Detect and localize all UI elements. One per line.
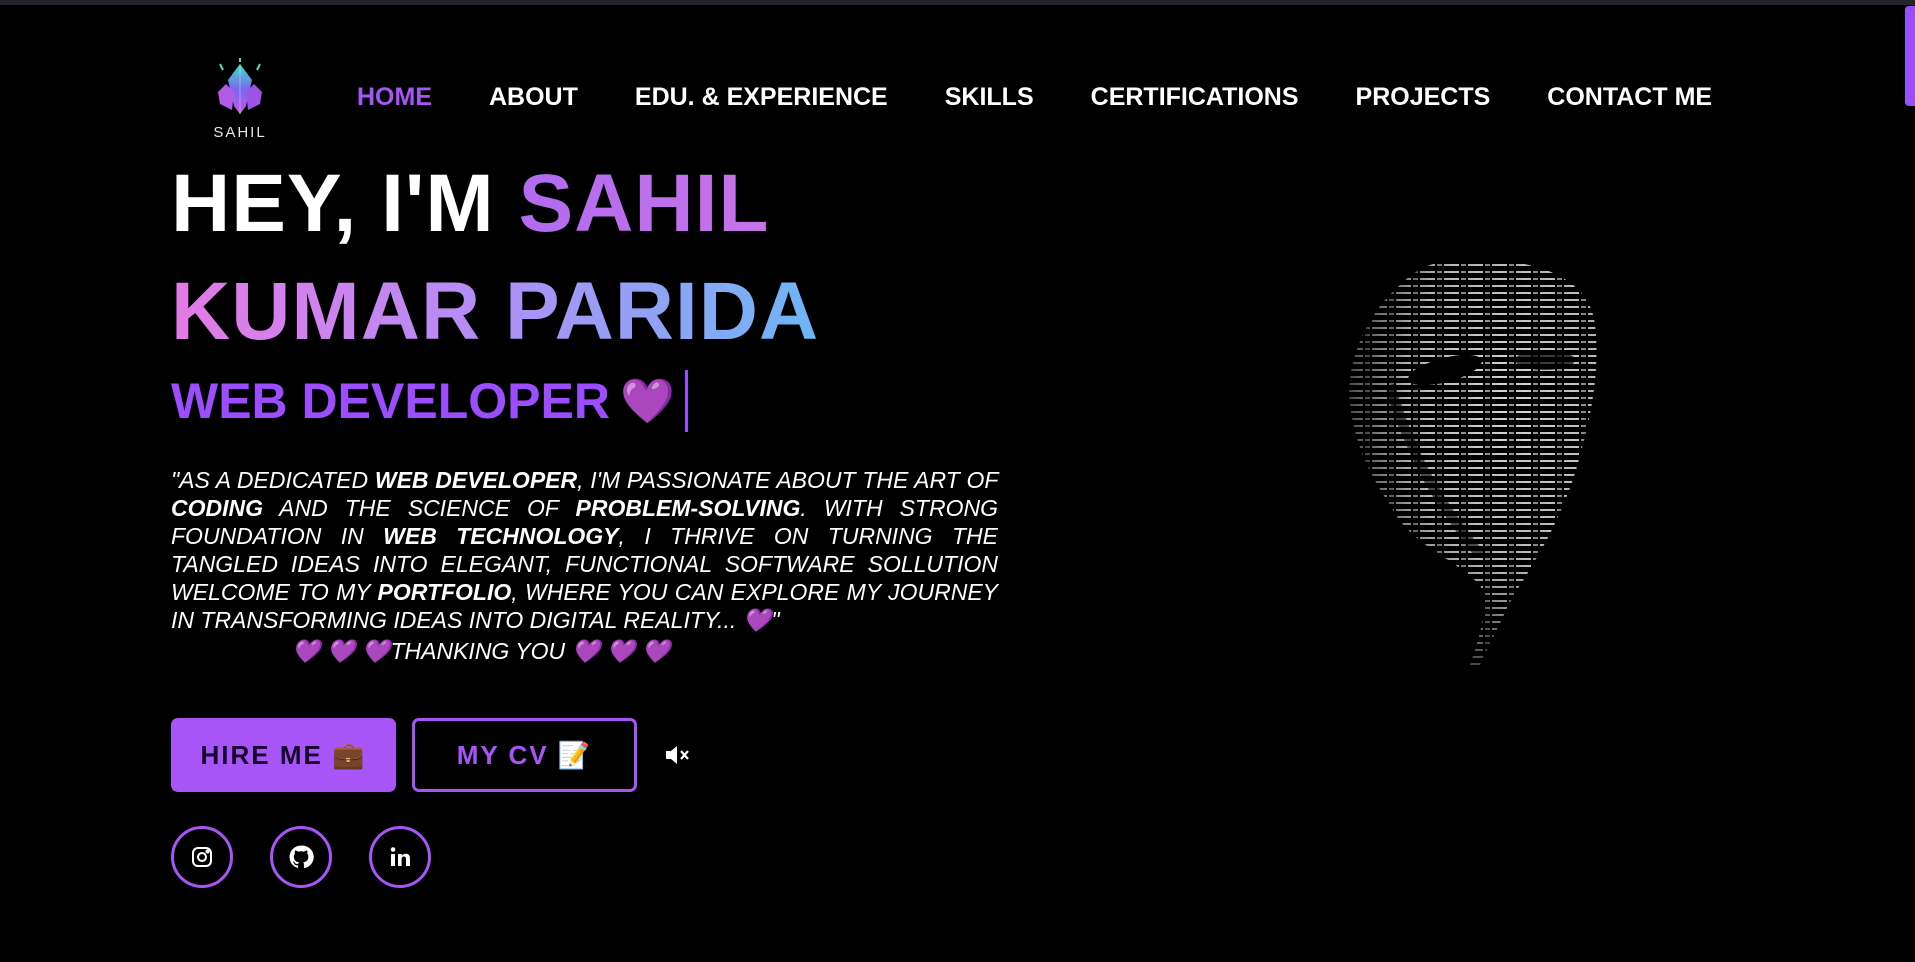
hire-me-button[interactable]: HIRE ME 💼 <box>171 718 396 792</box>
code-face-image <box>1330 255 1610 665</box>
hero-description: "AS A DEDICATED WEB DEVELOPER, I'M PASSI… <box>171 466 998 634</box>
nav-item-projects[interactable]: PROJECTS <box>1356 83 1491 112</box>
nav-item-contact[interactable]: CONTACT ME <box>1547 83 1712 112</box>
nav-item-skills[interactable]: SKILLS <box>945 83 1034 112</box>
nav-item-certifications[interactable]: CERTIFICATIONS <box>1091 83 1299 112</box>
role-typewriter: WEB DEVELOPER 💜 <box>171 366 1031 436</box>
thanks-line: 💜 💜 💜THANKING YOU 💜 💜 💜 <box>291 638 671 664</box>
typing-cursor <box>684 370 688 432</box>
scrollbar-thumb[interactable] <box>1905 6 1915 106</box>
desc-bold: WEB DEVELOPER <box>374 467 578 493</box>
nav-menu: HOME ABOUT EDU. & EXPERIENCE SKILLS CERT… <box>357 83 1712 112</box>
logo[interactable]: SAHIL <box>200 58 280 143</box>
crystal-logo-icon <box>218 58 262 114</box>
hero-section: HEY, I'M SAHIL KUMAR PARIDA WEB DEVELOPE… <box>171 150 1031 665</box>
purple-heart-icon: 💜 <box>619 377 675 426</box>
logo-text: SAHIL <box>213 124 267 141</box>
navbar: SAHIL HOME ABOUT EDU. & EXPERIENCE SKILL… <box>170 50 1750 145</box>
greeting-text: HEY, I'M <box>171 158 519 249</box>
name-rest: KUMAR PARIDA <box>171 266 820 357</box>
mute-icon[interactable] <box>661 739 693 771</box>
cta-buttons: HIRE ME 💼 MY CV 📝 <box>171 718 693 792</box>
name-first: SAHIL <box>518 158 770 249</box>
desc-bold: WEB TECHNOLOGY <box>383 523 619 549</box>
nav-item-about[interactable]: ABOUT <box>489 83 578 112</box>
desc-bold: PROBLEM-SOLVING <box>575 495 801 521</box>
window-top-border <box>0 0 1915 5</box>
role-text: WEB DEVELOPER <box>171 373 610 429</box>
hero-heading: HEY, I'M SAHIL KUMAR PARIDA <box>171 150 1031 366</box>
social-links <box>171 826 431 888</box>
page: SAHIL HOME ABOUT EDU. & EXPERIENCE SKILL… <box>0 0 1915 962</box>
desc-text: , I'M PASSIONATE ABOUT THE ART OF <box>577 467 998 493</box>
desc-text: "AS A DEDICATED <box>171 467 375 493</box>
desc-bold: PORTFOLIO <box>377 579 512 605</box>
nav-item-home[interactable]: HOME <box>357 83 432 112</box>
desc-text: AND THE SCIENCE OF <box>263 495 576 521</box>
instagram-icon[interactable] <box>171 826 233 888</box>
linkedin-icon[interactable] <box>369 826 431 888</box>
desc-bold: CODING <box>171 495 263 521</box>
github-icon[interactable] <box>270 826 332 888</box>
my-cv-button[interactable]: MY CV 📝 <box>412 718 637 792</box>
nav-item-edu-experience[interactable]: EDU. & EXPERIENCE <box>635 83 888 112</box>
